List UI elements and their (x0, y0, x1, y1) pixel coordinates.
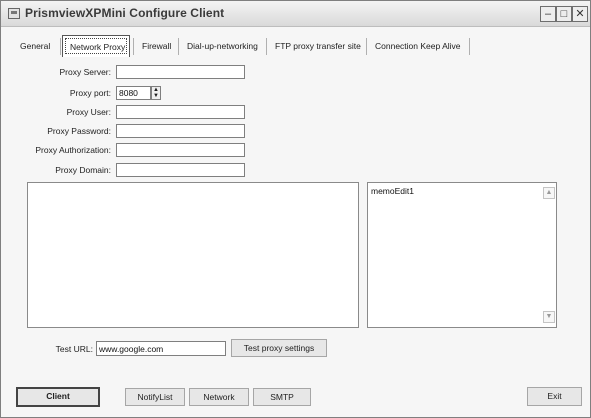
test-url-label: Test URL: (55, 344, 93, 354)
tab-general[interactable]: General (13, 35, 57, 57)
proxy-server-input[interactable] (116, 65, 245, 79)
proxy-domain-input[interactable] (116, 163, 245, 177)
proxy-user-label: Proxy User: (66, 107, 111, 117)
title-bar[interactable]: PrismviewXPMini Configure Client – □ ✕ (1, 1, 590, 27)
scroll-up-arrow-icon[interactable]: ▲ (543, 187, 555, 199)
tab-separator (60, 38, 61, 55)
proxy-user-input[interactable] (116, 105, 245, 119)
smtp-button[interactable]: SMTP (253, 388, 311, 406)
tab-network-proxy[interactable]: Network Proxy (62, 35, 130, 57)
close-icon[interactable]: ✕ (572, 6, 588, 22)
window-title: PrismviewXPMini Configure Client (25, 6, 225, 20)
maximize-icon[interactable]: □ (556, 6, 572, 22)
proxy-authorization-label: Proxy Authorization: (35, 145, 111, 155)
tab-separator (366, 38, 367, 55)
tab-connection-keep-alive[interactable]: Connection Keep Alive (368, 35, 468, 57)
memo-scrollbar[interactable]: ▲ ▼ (543, 184, 555, 326)
network-button[interactable]: Network (189, 388, 249, 406)
spin-updown-icon[interactable]: ▲ ▼ (151, 86, 161, 100)
client-button[interactable]: Client (16, 387, 100, 407)
proxy-domain-label: Proxy Domain: (55, 165, 111, 175)
test-url-input[interactable] (96, 341, 226, 356)
exit-button[interactable]: Exit (527, 387, 582, 406)
proxy-port-input[interactable] (116, 86, 151, 100)
proxy-password-label: Proxy Password: (47, 126, 111, 136)
proxy-password-input[interactable] (116, 124, 245, 138)
tab-ftp-proxy-transfer-site[interactable]: FTP proxy transfer site (268, 35, 368, 57)
configure-client-window: PrismviewXPMini Configure Client – □ ✕ G… (0, 0, 591, 418)
scroll-down-arrow-icon[interactable]: ▼ (543, 311, 555, 323)
minimize-icon[interactable]: – (540, 6, 556, 22)
tab-separator (266, 38, 267, 55)
proxy-authorization-input[interactable] (116, 143, 245, 157)
test-proxy-settings-button[interactable]: Test proxy settings (231, 339, 327, 357)
proxy-server-label: Proxy Server: (59, 67, 112, 77)
tab-separator (469, 38, 470, 55)
tab-dial-up-networking[interactable]: Dial-up-networking (180, 35, 265, 57)
app-icon (8, 8, 20, 19)
memo-edit[interactable]: memoEdit1 ▲ ▼ (367, 182, 557, 328)
proxy-port-label: Proxy port: (69, 88, 111, 98)
log-panel[interactable] (27, 182, 359, 328)
tab-separator (133, 38, 134, 55)
tab-firewall[interactable]: Firewall (135, 35, 178, 57)
tab-separator (178, 38, 179, 55)
memo-edit-text: memoEdit1 (371, 186, 414, 196)
notify-list-button[interactable]: NotifyList (125, 388, 185, 406)
